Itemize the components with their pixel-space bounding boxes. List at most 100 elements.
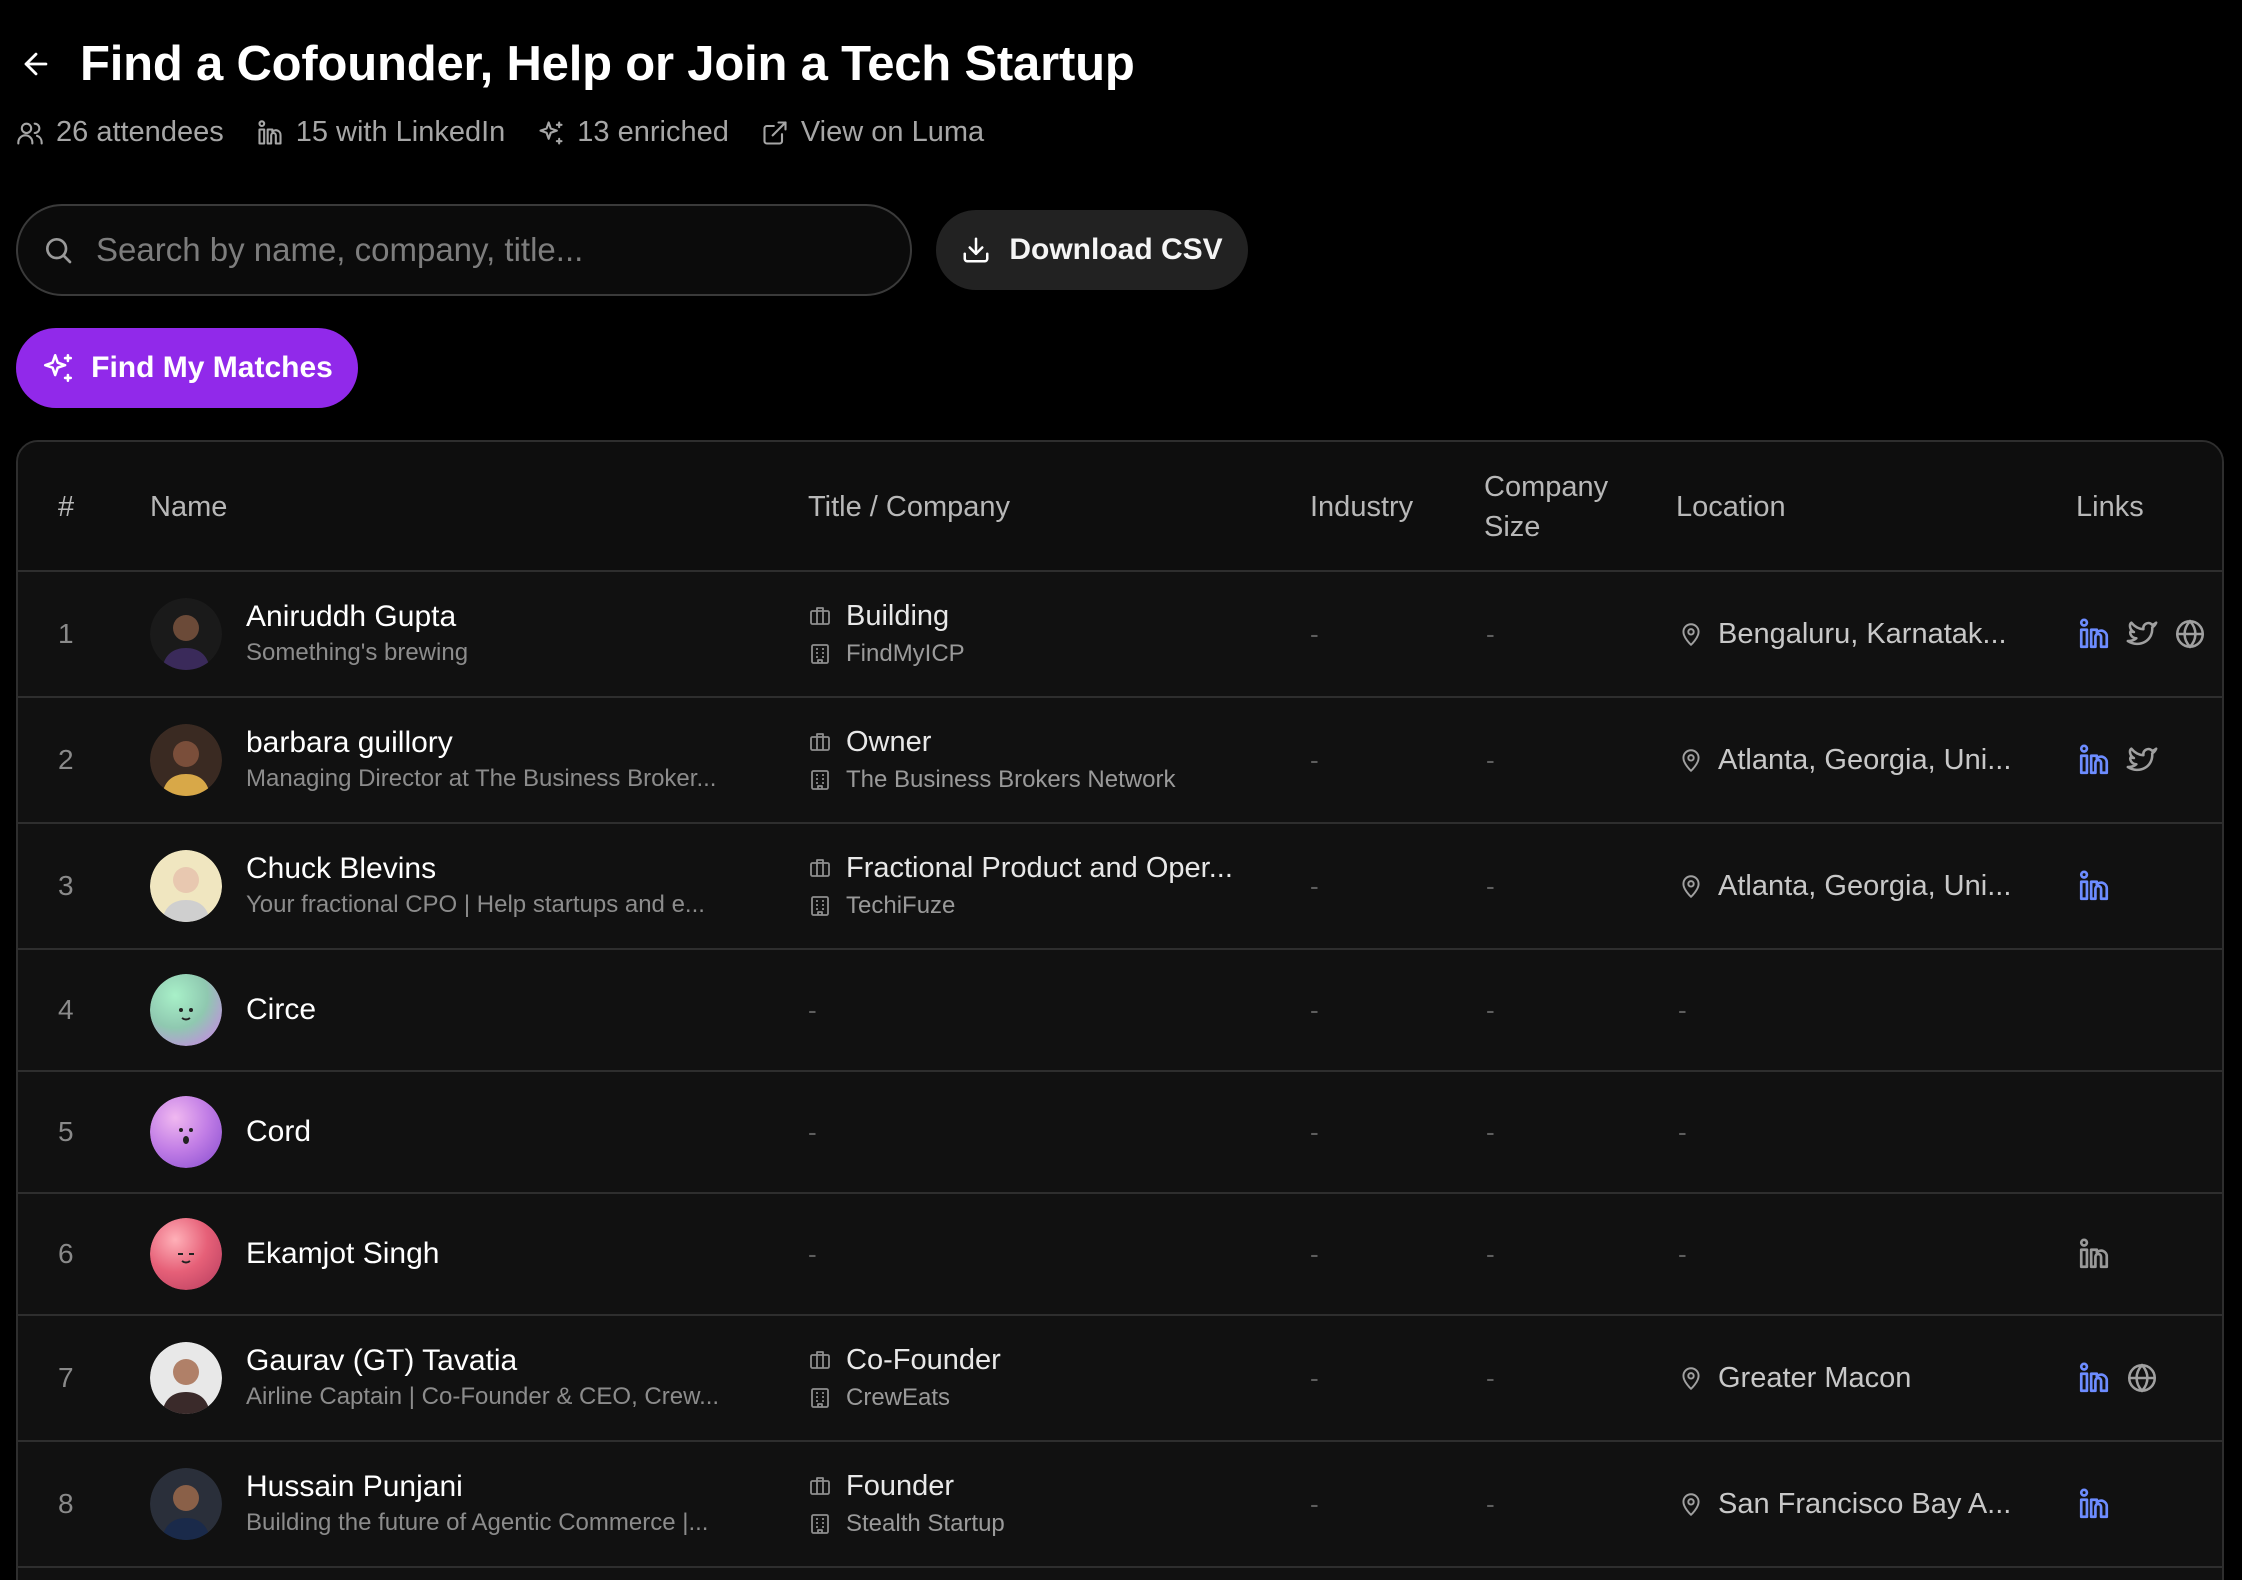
building-icon	[811, 1514, 829, 1534]
search-icon	[46, 238, 72, 264]
row-number: 5	[58, 1116, 74, 1147]
links-cell	[2076, 698, 2172, 822]
avatar	[150, 974, 222, 1046]
attendee-headline: Something's brewing	[246, 639, 469, 666]
attendee-headline: Airline Captain | Co-Founder & CEO, Crew…	[246, 1383, 720, 1410]
search-input[interactable]	[96, 231, 876, 269]
download-csv-button[interactable]: Download CSV	[936, 210, 1248, 290]
industry-value: -	[1310, 1238, 1319, 1269]
col-industry-header: Industry	[1310, 491, 1414, 523]
col-company-size-line2: Size	[1484, 511, 1541, 543]
attendees-count: 26 attendees	[56, 116, 224, 148]
location-value: -	[1678, 1238, 1687, 1269]
row-number: 4	[58, 994, 74, 1025]
attendee-cell: barbara guillory Managing Director at The…	[150, 698, 716, 822]
title-company-cell: -	[808, 950, 817, 1070]
linkedin-icon[interactable]	[2076, 616, 2112, 652]
table-row[interactable]: 8 Hussain Punjani Building the future of A…	[18, 1442, 2222, 1568]
attendee-text: Ekamjot Singh	[246, 1235, 439, 1273]
attendee-cell: Hussain Punjani Building the future of Ag…	[150, 1442, 708, 1566]
back-arrow-icon[interactable]	[16, 44, 56, 84]
company-name: CrewEats	[846, 1384, 951, 1411]
location-cell: -	[1678, 1194, 1687, 1314]
attendee-text: barbara guillory Managing Director at The…	[246, 724, 716, 796]
attendee-name[interactable]: barbara guillory	[246, 724, 716, 762]
company-size-value: -	[1486, 870, 1495, 901]
col-num-header: #	[58, 491, 75, 523]
attendee-name[interactable]: Circe	[246, 991, 316, 1029]
col-location-header: Location	[1676, 491, 1786, 523]
linkedin-icon[interactable]	[2076, 1236, 2112, 1272]
view-on-luma-link[interactable]: View on Luma	[761, 116, 984, 149]
company-name: The Business Brokers Network	[846, 766, 1176, 793]
external-link-icon	[763, 120, 787, 145]
col-company-size-header: Company Size	[1484, 442, 1608, 572]
company-size-value: -	[1486, 1488, 1495, 1519]
location-cell: -	[1678, 1072, 1687, 1192]
location-value: Greater Macon	[1718, 1361, 1912, 1394]
row-number: 8	[58, 1488, 74, 1519]
links-cell	[2076, 1194, 2124, 1314]
table-row[interactable]: 7 Gaurav (GT) Tavatia Airline Captain | Co…	[18, 1316, 2222, 1442]
attendee-text: Gaurav (GT) Tavatia Airline Captain | Co-…	[246, 1342, 719, 1414]
linkedin-icon[interactable]	[2076, 742, 2112, 778]
table-header: # Name Title / Company Industry Company …	[18, 442, 2222, 572]
attendee-name[interactable]: Chuck Blevins	[246, 850, 705, 888]
page-title: Find a Cofounder, Help or Join a Tech St…	[80, 37, 1135, 91]
search-box	[16, 204, 912, 296]
globe-icon[interactable]	[2124, 1360, 2160, 1396]
download-icon	[963, 237, 989, 263]
industry-value: -	[1310, 1116, 1319, 1147]
enriched-count: 13 enriched	[577, 116, 729, 148]
attendees-table: # Name Title / Company Industry Company …	[16, 440, 2224, 1580]
linkedin-icon[interactable]	[2076, 868, 2112, 904]
find-my-matches-button[interactable]: Find My Matches	[16, 328, 358, 408]
attendee-cell: Cord	[150, 1072, 311, 1192]
attendees-stat: 26 attendees	[16, 116, 224, 149]
row-number: 3	[58, 870, 74, 901]
attendee-cell: Circe	[150, 950, 316, 1070]
attendee-name[interactable]: Hussain Punjani	[246, 1468, 708, 1506]
linkedin-icon[interactable]	[2076, 1360, 2112, 1396]
table-body: 1 Aniruddh Gupta Something's brewing Buildi…	[18, 572, 2222, 1568]
col-title-company-header: Title / Company	[808, 491, 1010, 523]
attendee-name[interactable]: Aniruddh Gupta	[246, 598, 468, 636]
avatar	[150, 1468, 222, 1540]
table-row[interactable]: 3 Chuck Blevins Your fractional CPO | Help…	[18, 824, 2222, 950]
col-links-header: Links	[2076, 491, 2144, 523]
location-cell: Atlanta, Georgia, Uni...	[1678, 824, 2011, 948]
table-row[interactable]: 5 Cord - - - -	[18, 1072, 2222, 1194]
attendee-text: Circe	[246, 991, 316, 1029]
title-company-cell: -	[808, 1072, 817, 1192]
location-value: Bengaluru, Karnatak...	[1718, 617, 2007, 650]
attendee-name[interactable]: Cord	[246, 1113, 311, 1151]
job-title: Co-Founder	[846, 1344, 1001, 1376]
title-company-cell: -	[808, 1194, 817, 1314]
company-size-value: -	[1486, 744, 1495, 775]
twitter-icon[interactable]	[2124, 742, 2160, 778]
twitter-icon[interactable]	[2124, 616, 2160, 652]
job-title: Owner	[846, 726, 932, 758]
globe-icon[interactable]	[2172, 616, 2208, 652]
linkedin-icon[interactable]	[2076, 1486, 2112, 1522]
industry-value: -	[1310, 994, 1319, 1025]
enriched-stat: 13 enriched	[537, 116, 729, 149]
linkedin-count: 15 with LinkedIn	[295, 116, 506, 148]
table-row[interactable]: 4 Circe - - - -	[18, 950, 2222, 1072]
location-value: -	[1678, 994, 1687, 1025]
attendee-name[interactable]: Gaurav (GT) Tavatia	[246, 1342, 719, 1380]
table-row[interactable]: 2 barbara guillory Managing Director at Th…	[18, 698, 2222, 824]
attendee-text: Hussain Punjani Building the future of Ag…	[246, 1468, 708, 1540]
map-pin-icon	[1682, 1493, 1700, 1516]
table-row[interactable]: 6 Ekamjot Singh - - - -	[18, 1194, 2222, 1316]
company-name: TechiFuze	[846, 892, 956, 919]
empty-value: -	[808, 994, 817, 1025]
find-my-matches-label: Find My Matches	[91, 351, 333, 384]
table-row[interactable]: 1 Aniruddh Gupta Something's brewing Buildi…	[18, 572, 2222, 698]
title-company-cell: Co-Founder CrewEats	[808, 1316, 1001, 1440]
row-number: 7	[58, 1362, 74, 1393]
attendee-name[interactable]: Ekamjot Singh	[246, 1235, 439, 1273]
view-on-luma-label: View on Luma	[800, 116, 985, 148]
avatar	[150, 724, 222, 796]
users-icon	[17, 122, 43, 145]
